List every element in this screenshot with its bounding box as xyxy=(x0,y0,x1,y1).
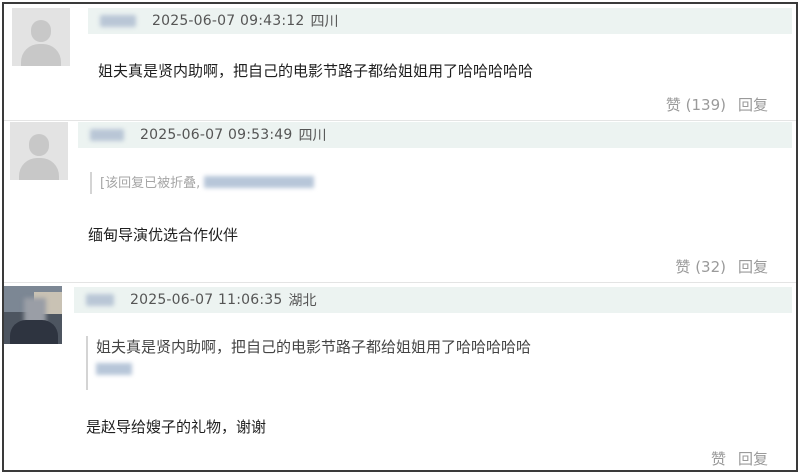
quote-author-blurred xyxy=(204,175,315,188)
avatar[interactable] xyxy=(4,286,62,344)
comment-time: 2025-06-07 09:53:49 xyxy=(140,127,293,143)
comment-text: 姐夫真是贤内助啊，把自己的电影节路子都给姐姐用了哈哈哈哈哈 xyxy=(98,62,534,80)
username-blurred[interactable] xyxy=(90,129,124,141)
quote-author-blurred xyxy=(96,363,132,375)
comment-time: 2025-06-07 09:43:12 xyxy=(152,13,305,29)
like-button[interactable]: 赞 (32) xyxy=(675,256,726,277)
comment-time: 2025-06-07 11:06:35 xyxy=(130,292,283,308)
reply-button[interactable]: 回复 xyxy=(738,448,768,469)
comment-location: 湖北 xyxy=(288,293,317,309)
like-button[interactable]: 赞 xyxy=(711,448,726,469)
comment-text: 是赵导给嫂子的礼物，谢谢 xyxy=(86,418,267,436)
folded-quote[interactable]: [该回复已被折叠, xyxy=(100,172,315,191)
comment-list: 2025-06-07 09:43:12 四川 姐夫真是贤内助啊，把自己的电影节路… xyxy=(2,2,798,472)
comment-actions: 赞 回复 xyxy=(711,448,768,469)
comment-location: 四川 xyxy=(298,128,327,144)
quoted-reply: 姐夫真是贤内助啊，把自己的电影节路子都给姐姐用了哈哈哈哈哈 xyxy=(86,336,531,390)
avatar-body xyxy=(21,44,61,66)
comment-actions: 赞 (139) 回复 xyxy=(666,94,768,115)
comment-meta: 2025-06-07 09:43:12 四川 xyxy=(88,8,792,34)
comment-text: 缅甸导演优选合作伙伴 xyxy=(88,226,239,244)
username-blurred[interactable] xyxy=(86,294,114,306)
folded-quote-text: [该回复已被折叠, xyxy=(100,176,201,191)
like-button[interactable]: 赞 (139) xyxy=(666,94,726,115)
divider xyxy=(4,282,796,283)
divider xyxy=(4,120,796,121)
reply-button[interactable]: 回复 xyxy=(738,256,768,277)
avatar[interactable] xyxy=(12,8,70,66)
comment-actions: 赞 (32) 回复 xyxy=(675,256,768,277)
avatar-photo-body xyxy=(10,320,58,344)
avatar[interactable] xyxy=(10,122,68,180)
quoted-reply: [该回复已被折叠, xyxy=(90,172,315,194)
quoted-comment-text[interactable]: 姐夫真是贤内助啊，把自己的电影节路子都给姐姐用了哈哈哈哈哈 xyxy=(96,336,531,357)
avatar-body xyxy=(19,158,59,180)
avatar-head xyxy=(31,20,51,42)
comment-meta: 2025-06-07 11:06:35 湖北 xyxy=(74,287,792,313)
comment-location: 四川 xyxy=(310,14,339,30)
comment-meta: 2025-06-07 09:53:49 四川 xyxy=(78,122,792,148)
reply-button[interactable]: 回复 xyxy=(738,94,768,115)
username-blurred[interactable] xyxy=(100,15,136,27)
avatar-head xyxy=(29,134,49,156)
